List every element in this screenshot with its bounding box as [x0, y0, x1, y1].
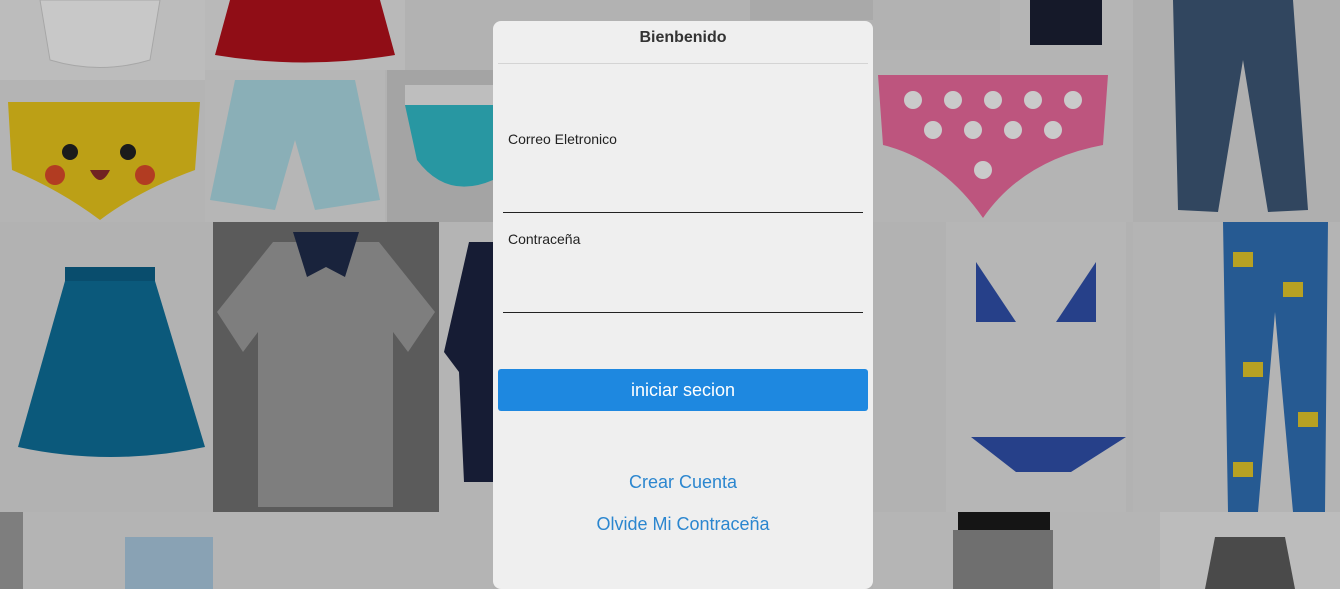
password-input[interactable] — [503, 283, 863, 313]
forgot-password-link[interactable]: Olvide Mi Contraceña — [493, 514, 873, 535]
login-button[interactable]: iniciar secion — [498, 369, 868, 411]
modal-title: Bienbenido — [639, 29, 727, 46]
title-divider — [498, 63, 868, 64]
email-label: Correo Eletronico — [508, 131, 617, 147]
password-label: Contraceña — [508, 231, 581, 247]
create-account-link[interactable]: Crear Cuenta — [493, 472, 873, 493]
email-input[interactable] — [503, 183, 863, 213]
login-modal: Bienbenido Correo Eletronico Contraceña … — [493, 21, 873, 589]
